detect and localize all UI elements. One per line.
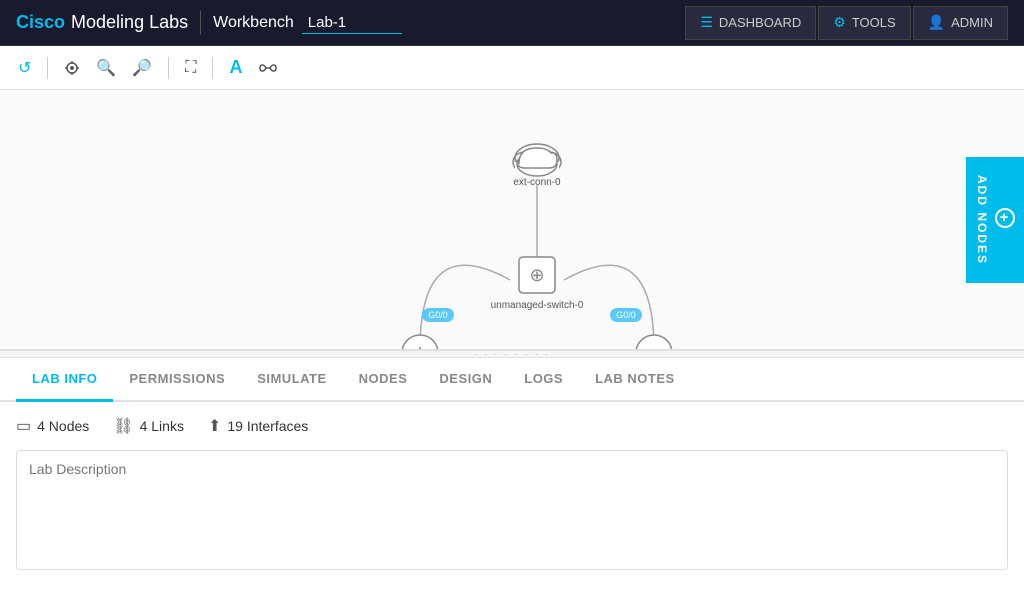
header: Cisco Modeling Labs Workbench ☰ DASHBOAR… <box>0 0 1024 46</box>
svg-text:unmanaged-switch-0: unmanaged-switch-0 <box>491 300 584 311</box>
nodes-count: 4 Nodes <box>37 418 89 434</box>
add-nodes-button[interactable]: + ADD NODES <box>966 156 1024 282</box>
svg-text:⊕: ⊕ <box>648 345 660 350</box>
tab-bar: LAB INFO PERMISSIONS SIMULATE NODES DESI… <box>0 358 1024 402</box>
annotate-button[interactable]: A <box>223 53 248 82</box>
admin-icon: 👤 <box>928 14 945 31</box>
tab-lab-info[interactable]: LAB INFO <box>16 358 113 402</box>
lab-name-input[interactable] <box>302 12 402 34</box>
link-button[interactable] <box>252 56 284 80</box>
interfaces-icon: ⬆ <box>208 416 221 436</box>
bottom-panel: LAB INFO PERMISSIONS SIMULATE NODES DESI… <box>0 358 1024 589</box>
tab-nodes[interactable]: NODES <box>343 358 424 402</box>
zoom-out-button[interactable]: 🔎 <box>126 54 158 82</box>
undo-button[interactable]: ↺ <box>12 54 37 82</box>
header-divider <box>200 11 201 35</box>
logo-cisco: Cisco <box>16 12 65 33</box>
admin-label: ADMIN <box>951 15 993 30</box>
svg-text:⊕: ⊕ <box>414 345 426 350</box>
links-icon: ⛓ <box>113 416 133 436</box>
resize-handle[interactable]: · · · · · · · · <box>0 350 1024 358</box>
network-diagram: G0/0 G0/1 G0/0 G0/1 ext-conn-0 ⊕ unmana <box>0 90 1024 350</box>
canvas-area[interactable]: G0/0 G0/1 G0/0 G0/1 ext-conn-0 ⊕ unmana <box>0 90 1024 350</box>
links-stat: ⛓ 4 Links <box>113 416 184 436</box>
tools-label: TOOLS <box>852 15 896 30</box>
fit-button[interactable]: ⛶ <box>179 55 202 81</box>
dashboard-icon: ☰ <box>700 14 713 31</box>
lab-info-panel: ▭ 4 Nodes ⛓ 4 Links ⬆ 19 Interfaces <box>0 402 1024 589</box>
tab-design[interactable]: DESIGN <box>423 358 508 402</box>
stats-row: ▭ 4 Nodes ⛓ 4 Links ⬆ 19 Interfaces <box>16 416 1008 436</box>
interfaces-count: 19 Interfaces <box>227 418 308 434</box>
tab-lab-notes[interactable]: LAB NOTES <box>579 358 691 402</box>
svg-text:⊕: ⊕ <box>529 265 544 285</box>
logo: Cisco Modeling Labs <box>16 12 188 33</box>
toolbar-sep-2 <box>168 57 169 79</box>
tools-icon: ⚙ <box>833 14 846 31</box>
tab-logs[interactable]: LOGS <box>508 358 579 402</box>
dashboard-label: DASHBOARD <box>719 15 801 30</box>
workbench-label: Workbench <box>213 14 294 32</box>
nodes-icon: ▭ <box>16 416 31 436</box>
add-nodes-plus: + <box>995 207 1015 227</box>
interfaces-stat: ⬆ 19 Interfaces <box>208 416 308 436</box>
svg-text:G0/0: G0/0 <box>428 310 448 320</box>
svg-text:ext-conn-0: ext-conn-0 <box>513 177 561 188</box>
toolbar-sep-3 <box>212 57 213 79</box>
links-count: 4 Links <box>140 418 184 434</box>
dashboard-button[interactable]: ☰ DASHBOARD <box>685 6 816 40</box>
tab-simulate[interactable]: SIMULATE <box>241 358 342 402</box>
logo-rest: Modeling Labs <box>71 12 188 33</box>
header-nav: ☰ DASHBOARD ⚙ TOOLS 👤 ADMIN <box>685 6 1008 40</box>
add-nodes-label: ADD NODES <box>975 174 989 264</box>
tools-button[interactable]: ⚙ TOOLS <box>818 6 910 40</box>
toolbar: ↺ 🔍 🔎 ⛶ A <box>0 46 1024 90</box>
admin-button[interactable]: 👤 ADMIN <box>913 6 1008 40</box>
pointer-button[interactable] <box>58 56 86 80</box>
toolbar-sep-1 <box>47 57 48 79</box>
nodes-stat: ▭ 4 Nodes <box>16 416 89 436</box>
zoom-in-button[interactable]: 🔍 <box>90 54 122 82</box>
svg-text:G0/0: G0/0 <box>616 310 636 320</box>
tab-permissions[interactable]: PERMISSIONS <box>113 358 241 402</box>
lab-description-textarea[interactable] <box>16 450 1008 570</box>
